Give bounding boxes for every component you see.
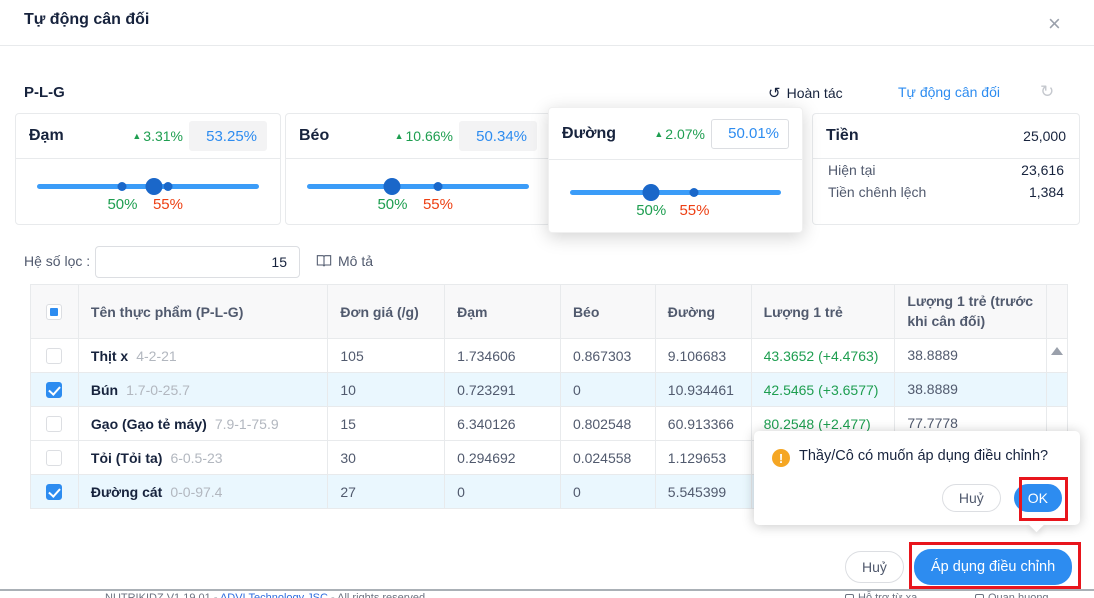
undo-icon: ↺ — [768, 84, 781, 102]
select-all-checkbox[interactable] — [46, 304, 62, 320]
poptip-cancel-button[interactable]: Huỷ — [942, 484, 1001, 512]
col-header-price: Đơn giá (/g) — [328, 285, 445, 338]
redo-icon[interactable]: ↻ — [1040, 82, 1054, 102]
money-diff-label: Tiền chênh lệch — [828, 184, 926, 200]
undo-label: Hoàn tác — [787, 85, 843, 101]
card-protein: Đạm ▲3.31% 50% 55% — [15, 113, 281, 225]
scroll-up-icon[interactable] — [1051, 347, 1063, 355]
book-icon — [316, 254, 332, 268]
card-sugar: Đường ▲2.07% 50% 55% — [548, 107, 803, 233]
money-diff-value: 1,384 — [1029, 184, 1064, 200]
sugar-slider-thumb[interactable] — [643, 184, 660, 201]
user-icon — [975, 594, 984, 598]
slider-max-dot — [433, 182, 442, 191]
table-row[interactable]: Thịt x4-2-21 105 1.734606 0.867303 9.106… — [31, 339, 1067, 373]
footer-account[interactable]: Quan huong — [975, 592, 1049, 598]
row-checkbox[interactable] — [46, 416, 62, 432]
fat-slider-thumb[interactable] — [384, 178, 401, 195]
table-header-row: Tên thực phẩm (P-L-G) Đơn giá (/g) Đạm B… — [31, 285, 1067, 339]
poptip-caret — [1029, 517, 1045, 533]
slider-max-label: 55% — [423, 196, 453, 213]
description-link[interactable]: Mô tả — [316, 253, 373, 269]
slider-min-label: 50% — [107, 196, 137, 213]
page-title: Tự động cân đối — [24, 11, 149, 29]
undo-button[interactable]: ↺ Hoàn tác — [768, 84, 843, 102]
fat-slider[interactable]: 50% 55% — [307, 184, 529, 189]
close-icon[interactable]: × — [1048, 13, 1061, 35]
slider-max-dot — [690, 188, 699, 197]
description-label: Mô tả — [338, 253, 373, 269]
row-checkbox[interactable] — [46, 450, 62, 466]
cancel-button[interactable]: Huỷ — [845, 551, 904, 583]
card-fat-delta: ▲10.66% — [395, 128, 453, 144]
row-checkbox[interactable] — [46, 484, 62, 500]
row-checkbox[interactable] — [46, 348, 62, 364]
table-scrollbar-header — [1047, 285, 1067, 338]
protein-slider[interactable]: 50% 55% — [37, 184, 259, 189]
plg-label: P-L-G — [24, 84, 65, 101]
slider-min-label: 50% — [636, 202, 666, 219]
table-scrollbar[interactable] — [1047, 339, 1067, 372]
warning-icon: ! — [772, 449, 790, 467]
sugar-slider[interactable]: 50% 55% — [570, 190, 781, 195]
slider-max-dot — [163, 182, 172, 191]
page-footer: NUTRIKIDZ V1.19.01 - ADVI Technology JSC… — [0, 591, 1094, 598]
filter-coefficient-label: Hệ số lọc : — [24, 253, 90, 269]
slider-min-label: 50% — [377, 196, 407, 213]
card-fat: Béo ▲10.66% 50% 55% — [285, 113, 551, 225]
confirm-poptip: ! Thầy/Cô có muốn áp dụng điều chỉnh? Hu… — [754, 431, 1080, 525]
card-sugar-value-input[interactable] — [711, 119, 789, 149]
slider-min-dot — [118, 182, 127, 191]
card-protein-name: Đạm — [29, 127, 64, 145]
col-header-protein: Đạm — [445, 285, 561, 338]
col-header-fat: Béo — [561, 285, 656, 338]
money-current-label: Hiện tại — [828, 162, 875, 178]
up-arrow-icon: ▲ — [395, 131, 404, 141]
card-protein-value-input[interactable] — [189, 121, 267, 151]
header-divider — [0, 45, 1094, 46]
card-protein-delta: ▲3.31% — [132, 128, 183, 144]
up-arrow-icon: ▲ — [654, 129, 663, 139]
col-header-sugar: Đường — [656, 285, 752, 338]
footer-copyright: NUTRIKIDZ V1.19.01 - ADVI Technology JSC… — [105, 592, 428, 598]
slider-max-label: 55% — [153, 196, 183, 213]
slider-max-label: 55% — [679, 202, 709, 219]
filter-coefficient-input[interactable] — [95, 246, 300, 278]
support-icon — [845, 594, 854, 598]
poptip-ok-button[interactable]: OK — [1014, 484, 1062, 512]
footer-company-link[interactable]: ADVI Technology JSC — [220, 592, 328, 598]
money-title: Tiền — [826, 127, 859, 145]
footer-remote-support[interactable]: Hỗ trợ từ xa — [845, 592, 917, 598]
table-row[interactable]: Bún1.7-0-25.7 10 0.723291 0 10.934461 42… — [31, 373, 1067, 407]
money-total: 25,000 — [1023, 128, 1066, 144]
card-fat-value-input[interactable] — [459, 121, 537, 151]
table-scrollbar[interactable] — [1047, 373, 1067, 406]
poptip-message: Thầy/Cô có muốn áp dụng điều chỉnh? — [799, 448, 1048, 464]
card-sugar-name: Đường — [562, 125, 616, 143]
col-header-amount: Lượng 1 trẻ — [752, 285, 896, 338]
money-current-row: Hiện tại 23,616 — [813, 159, 1079, 181]
auto-balance-link[interactable]: Tự động cân đối — [898, 84, 1000, 100]
up-arrow-icon: ▲ — [132, 131, 141, 141]
col-header-name: Tên thực phẩm (P-L-G) — [79, 285, 328, 338]
money-diff-row: Tiền chênh lệch 1,384 — [813, 181, 1079, 203]
apply-adjustment-button[interactable]: Áp dụng điều chỉnh — [914, 549, 1072, 585]
col-header-amount-before: Lượng 1 trẻ (trước khi cân đối) — [895, 285, 1047, 338]
money-current-value: 23,616 — [1021, 162, 1064, 178]
card-money: Tiền 25,000 Hiện tại 23,616 Tiền chênh l… — [812, 113, 1080, 225]
card-sugar-delta: ▲2.07% — [654, 126, 705, 142]
protein-slider-thumb[interactable] — [145, 178, 162, 195]
auto-balance-modal: Tự động cân đối × P-L-G ↺ Hoàn tác Tự độ… — [0, 0, 1094, 598]
card-fat-name: Béo — [299, 127, 329, 145]
row-checkbox[interactable] — [46, 382, 62, 398]
